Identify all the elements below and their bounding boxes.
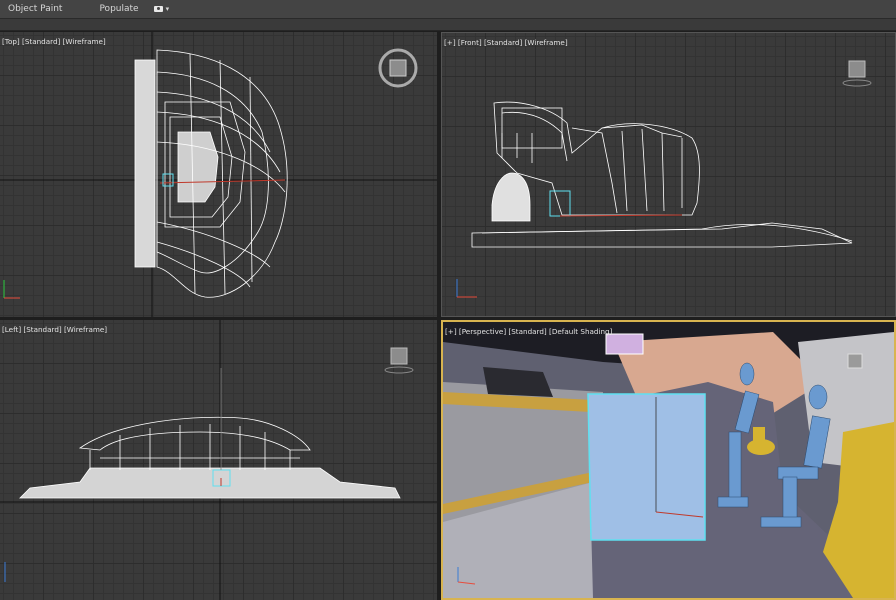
front-wireframe (456, 60, 872, 298)
viewport-label-top[interactable]: [Top] [Standard] [Wireframe] (2, 37, 106, 46)
object-paint-tab[interactable]: Object Paint (0, 0, 90, 18)
chevron-down-icon: ▾ (165, 5, 170, 13)
viewport-top[interactable]: [Top] [Standard] [Wireframe] (0, 32, 437, 317)
perspective-scene (443, 322, 894, 598)
main-toolbar: Object Paint Populate ▾ (0, 0, 896, 19)
viewport-perspective[interactable]: [+] [Perspective] [Standard] [Default Sh… (441, 320, 896, 600)
camera-dropdown[interactable]: ▾ (148, 0, 176, 18)
viewport-label-front[interactable]: [+] [Front] [Standard] [Wireframe] (444, 38, 568, 47)
ribbon-panel (0, 19, 896, 31)
top-wireframe (0, 32, 437, 317)
viewport-front[interactable]: [+] [Front] [Standard] [Wireframe] (441, 32, 896, 317)
selected-box (587, 393, 706, 541)
viewcube-top (378, 48, 418, 88)
viewcube-left (390, 347, 408, 365)
left-wireframe (0, 320, 437, 600)
viewport-label-perspective[interactable]: [+] [Perspective] [Standard] [Default Sh… (445, 327, 612, 336)
viewport-left[interactable]: [Left] [Standard] [Wireframe] (0, 320, 437, 600)
camera-icon (153, 6, 163, 12)
viewport-label-left[interactable]: [Left] [Standard] [Wireframe] (2, 325, 107, 334)
populate-tab[interactable]: Populate (90, 0, 147, 18)
viewcube-front (848, 60, 866, 78)
viewcube-perspective (847, 353, 863, 369)
